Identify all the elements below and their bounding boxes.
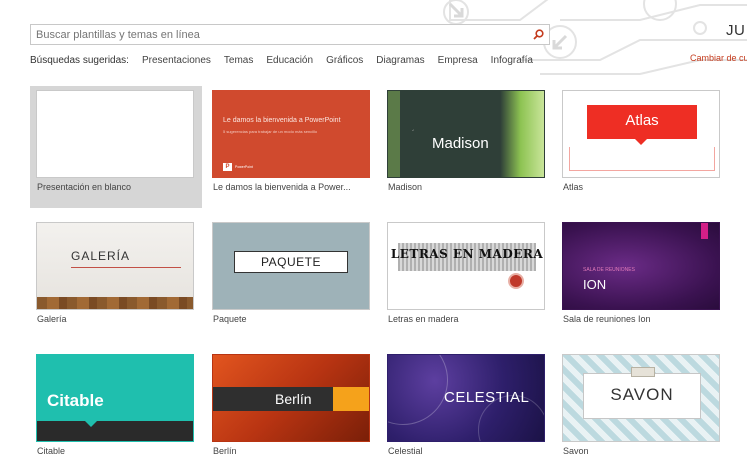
template-madison[interactable]: ´ Madison Madison: [381, 86, 553, 208]
template-thumbnail: GALERÍA: [36, 222, 194, 310]
thumbnail-brand: PowerPoint: [235, 165, 253, 169]
thumbnail-title: CELESTIAL: [444, 389, 530, 406]
template-galeria[interactable]: GALERÍA Galería: [30, 218, 202, 340]
search-box: [30, 24, 550, 45]
template-thumbnail: Le damos la bienvenida a PowerPoint 5 su…: [212, 90, 370, 178]
template-savon[interactable]: SAVON Savon: [556, 350, 728, 459]
template-label: Letras en madera: [388, 314, 459, 324]
template-berlin[interactable]: Berlín Berlín: [206, 350, 378, 459]
search-input[interactable]: [31, 28, 527, 41]
thumbnail-title: Citable: [47, 391, 104, 410]
thumbnail-subtitle: 5 sugerencias para trabajar de un modo m…: [223, 129, 318, 134]
template-label: Savon: [563, 446, 589, 456]
template-paquete[interactable]: PAQUETE Paquete: [206, 218, 378, 340]
thumbnail-title: Madison: [432, 135, 489, 152]
thumbnail-tab: [701, 223, 708, 239]
suggested-searches: Búsquedas sugeridas: Presentaciones Tema…: [30, 55, 533, 66]
template-label: Sala de reuniones Ion: [563, 314, 651, 324]
template-welcome[interactable]: Le damos la bienvenida a PowerPoint 5 su…: [206, 86, 378, 208]
template-label: Le damos la bienvenida a Power...: [213, 182, 351, 192]
thumbnail-subtitle: SALA DE REUNIONES: [583, 267, 635, 273]
suggested-link-presentaciones[interactable]: Presentaciones: [142, 55, 211, 66]
thumbnail-stripe: [388, 91, 400, 177]
thumbnail-tag: [631, 367, 655, 377]
suggested-link-graficos[interactable]: Gráficos: [326, 55, 363, 66]
template-thumbnail: SALA DE REUNIONES ION: [562, 222, 720, 310]
thumbnail-title: PAQUETE: [234, 251, 348, 273]
template-label: Presentación en blanco: [37, 182, 132, 192]
template-thumbnail: PAQUETE: [212, 222, 370, 310]
search-icon: [532, 29, 544, 40]
powerpoint-logo-icon: P: [223, 163, 232, 171]
template-atlas[interactable]: Atlas Atlas: [556, 86, 728, 208]
thumbnail-accent: [333, 387, 369, 411]
suggested-link-educacion[interactable]: Educación: [266, 55, 313, 66]
thumbnail-title: GALERÍA: [71, 249, 131, 263]
thumbnail-notch: [85, 421, 97, 427]
change-account-link[interactable]: Cambiar de cu: [690, 53, 747, 63]
template-ion[interactable]: SALA DE REUNIONES ION Sala de reuniones …: [556, 218, 728, 340]
template-label: Celestial: [388, 446, 423, 456]
seal-icon: [508, 273, 524, 289]
thumbnail-title: LETRAS EN MADERA: [390, 247, 544, 261]
template-label: Madison: [388, 182, 423, 192]
thumbnail-underline: [71, 267, 181, 268]
template-label: Galería: [37, 314, 67, 324]
suggested-link-temas[interactable]: Temas: [224, 55, 253, 66]
thumbnail-floor: [37, 297, 193, 309]
user-initials[interactable]: JU: [726, 22, 745, 39]
thumbnail-title: Le damos la bienvenida a PowerPoint: [223, 117, 341, 124]
template-label: Paquete: [213, 314, 247, 324]
thumbnail-footer: [37, 421, 193, 441]
template-thumbnail: ´ Madison: [387, 90, 545, 178]
thumbnail-pointer: [635, 139, 647, 145]
template-thumbnail: Citable: [36, 354, 194, 442]
template-celestial[interactable]: CELESTIAL Celestial: [381, 350, 553, 459]
thumbnail-ring: [388, 355, 448, 425]
template-blank[interactable]: Presentación en blanco: [30, 86, 202, 208]
template-thumbnail: SAVON: [562, 354, 720, 442]
template-thumbnail: [36, 90, 194, 178]
thumbnail-title: Berlín: [275, 391, 312, 407]
thumbnail-title: Atlas: [625, 112, 659, 129]
template-label: Citable: [37, 446, 66, 456]
template-thumbnail: CELESTIAL: [387, 354, 545, 442]
template-citable[interactable]: Citable Citable: [30, 350, 202, 459]
template-thumbnail: Berlín: [212, 354, 370, 442]
suggested-link-infografia[interactable]: Infografía: [491, 55, 533, 66]
thumbnail-title: ION: [583, 277, 607, 292]
suggested-link-diagramas[interactable]: Diagramas: [376, 55, 424, 66]
template-label: Atlas: [563, 182, 584, 192]
template-letras-en-madera[interactable]: LETRAS EN MADERA Letras en madera: [381, 218, 553, 340]
thumbnail-accent: ´: [412, 129, 415, 138]
suggested-link-empresa[interactable]: Empresa: [438, 55, 478, 66]
template-thumbnail: Atlas: [562, 90, 720, 178]
template-thumbnail: LETRAS EN MADERA: [387, 222, 545, 310]
thumbnail-frame: [569, 147, 715, 171]
search-button[interactable]: [527, 25, 549, 44]
thumbnail-title: SAVON: [610, 385, 674, 404]
suggested-searches-label: Búsquedas sugeridas:: [30, 55, 129, 66]
template-label: Berlín: [213, 446, 237, 456]
